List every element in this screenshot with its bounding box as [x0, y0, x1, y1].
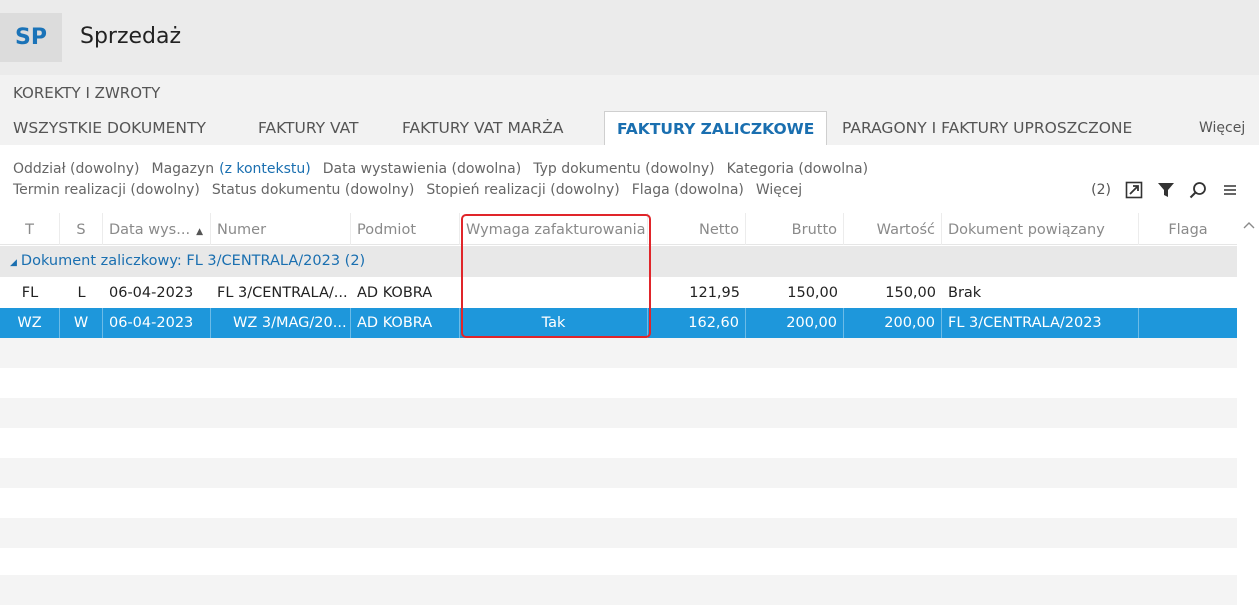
column-header-s[interactable]: S [60, 213, 103, 245]
column-header-netto[interactable]: Netto [648, 213, 746, 245]
cell-podmiot: AD KOBRA [357, 285, 433, 301]
cell-wartosc: 200,00 [844, 308, 942, 338]
empty-row [0, 398, 1237, 428]
column-header-flaga[interactable]: Flaga [1139, 213, 1237, 245]
group-label: ◢ Dokument zaliczkowy: FL 3/CENTRALA/2023… [10, 253, 365, 269]
tab-faktury-vat[interactable]: FAKTURY VAT [258, 111, 359, 145]
filter-row-2: Termin realizacji (dowolny) Status dokume… [13, 182, 814, 198]
record-count: (2) [1091, 182, 1111, 198]
cell-podmiot: AD KOBRA [351, 308, 460, 338]
cell-netto: 162,60 [648, 308, 746, 338]
cell-s: L [77, 285, 86, 301]
search-icon[interactable] [1189, 181, 1207, 199]
cell-numer: WZ 3/MAG/20... [211, 308, 351, 338]
tabs-more-button[interactable]: Więcej [1199, 111, 1245, 145]
column-header-data[interactable]: Data wys... ▲ [103, 213, 211, 245]
filter-stopien-realizacji[interactable]: Stopień realizacji (dowolny) [426, 182, 619, 198]
tab-faktury-zaliczkowe[interactable]: FAKTURY ZALICZKOWE [604, 111, 828, 145]
empty-row [0, 518, 1237, 548]
collapse-triangle-icon[interactable]: ◢ [10, 258, 17, 268]
filter-typ-dokumentu[interactable]: Typ dokumentu (dowolny) [533, 161, 714, 177]
cell-brutto: 200,00 [746, 308, 844, 338]
column-header-brutto[interactable]: Brutto [746, 213, 844, 245]
sort-ascending-icon: ▲ [196, 227, 203, 237]
filter-data-wystawienia[interactable]: Data wystawienia (dowolna) [323, 161, 521, 177]
cell-data: 06-04-2023 [103, 308, 211, 338]
toolbar: (2) [1091, 181, 1239, 199]
cell-flaga [1139, 308, 1237, 338]
column-header-podmiot[interactable]: Podmiot [351, 213, 460, 245]
column-header-t[interactable]: T [0, 213, 60, 245]
cell-wartosc: 150,00 [885, 285, 936, 301]
filter-oddzial[interactable]: Oddział (dowolny) [13, 161, 139, 177]
cell-numer: FL 3/CENTRALA/... [217, 285, 348, 301]
filter-icon[interactable] [1157, 181, 1175, 199]
app-badge[interactable]: SP [0, 13, 62, 62]
vertical-scrollbar[interactable] [1240, 213, 1259, 605]
column-header-dokument-powiazany[interactable]: Dokument powiązany [942, 213, 1139, 245]
cell-netto: 121,95 [689, 285, 740, 301]
filter-magazyn[interactable]: Magazyn (z kontekstu) [151, 161, 310, 177]
scroll-up-icon[interactable] [1243, 218, 1255, 233]
filter-magazyn-label: Magazyn [151, 161, 215, 177]
tab-wszystkie-dokumenty[interactable]: WSZYSTKIE DOKUMENTY [13, 111, 206, 145]
filter-more-button[interactable]: Więcej [756, 182, 802, 198]
column-header-numer[interactable]: Numer [211, 213, 351, 245]
tab-faktury-vat-marza[interactable]: FAKTURY VAT MARŻA [402, 111, 563, 145]
cell-dokument: Brak [948, 285, 982, 301]
tab-paragony-i-faktury-uproszczone[interactable]: PARAGONY I FAKTURY UPROSZCZONE [842, 111, 1132, 145]
top-bar [0, 0, 1259, 75]
tab-korekty-i-zwroty[interactable]: KOREKTY I ZWROTY [13, 84, 160, 102]
empty-row [0, 458, 1237, 488]
cell-flaga [1139, 278, 1237, 308]
cell-t: FL [21, 285, 39, 301]
filter-flaga[interactable]: Flaga (dowolna) [632, 182, 744, 198]
cell-t: WZ [0, 308, 60, 338]
column-header-data-label: Data wys... [109, 222, 191, 238]
filter-status-dokumentu[interactable]: Status dokumentu (dowolny) [212, 182, 414, 198]
filter-termin-realizacji[interactable]: Termin realizacji (dowolny) [13, 182, 200, 198]
cell-data: 06-04-2023 [109, 285, 194, 301]
page-title: Sprzedaż [80, 24, 182, 49]
empty-row [0, 575, 1237, 605]
group-label-text: Dokument zaliczkowy: FL 3/CENTRALA/2023 … [20, 253, 366, 269]
menu-icon[interactable] [1221, 181, 1239, 199]
cell-brutto: 150,00 [787, 285, 838, 301]
export-icon[interactable] [1125, 181, 1143, 199]
highlight-box [461, 214, 651, 338]
filter-kategoria[interactable]: Kategoria (dowolna) [727, 161, 868, 177]
filter-panel [0, 145, 1259, 213]
cell-s: W [60, 308, 103, 338]
column-header-wartosc[interactable]: Wartość [844, 213, 942, 245]
filter-row-1: Oddział (dowolny) Magazyn (z kontekstu) Dat… [13, 161, 880, 177]
filter-magazyn-value: (z kontekstu) [219, 161, 311, 177]
cell-dokument: FL 3/CENTRALA/2023 [942, 308, 1139, 338]
empty-row [0, 338, 1237, 368]
